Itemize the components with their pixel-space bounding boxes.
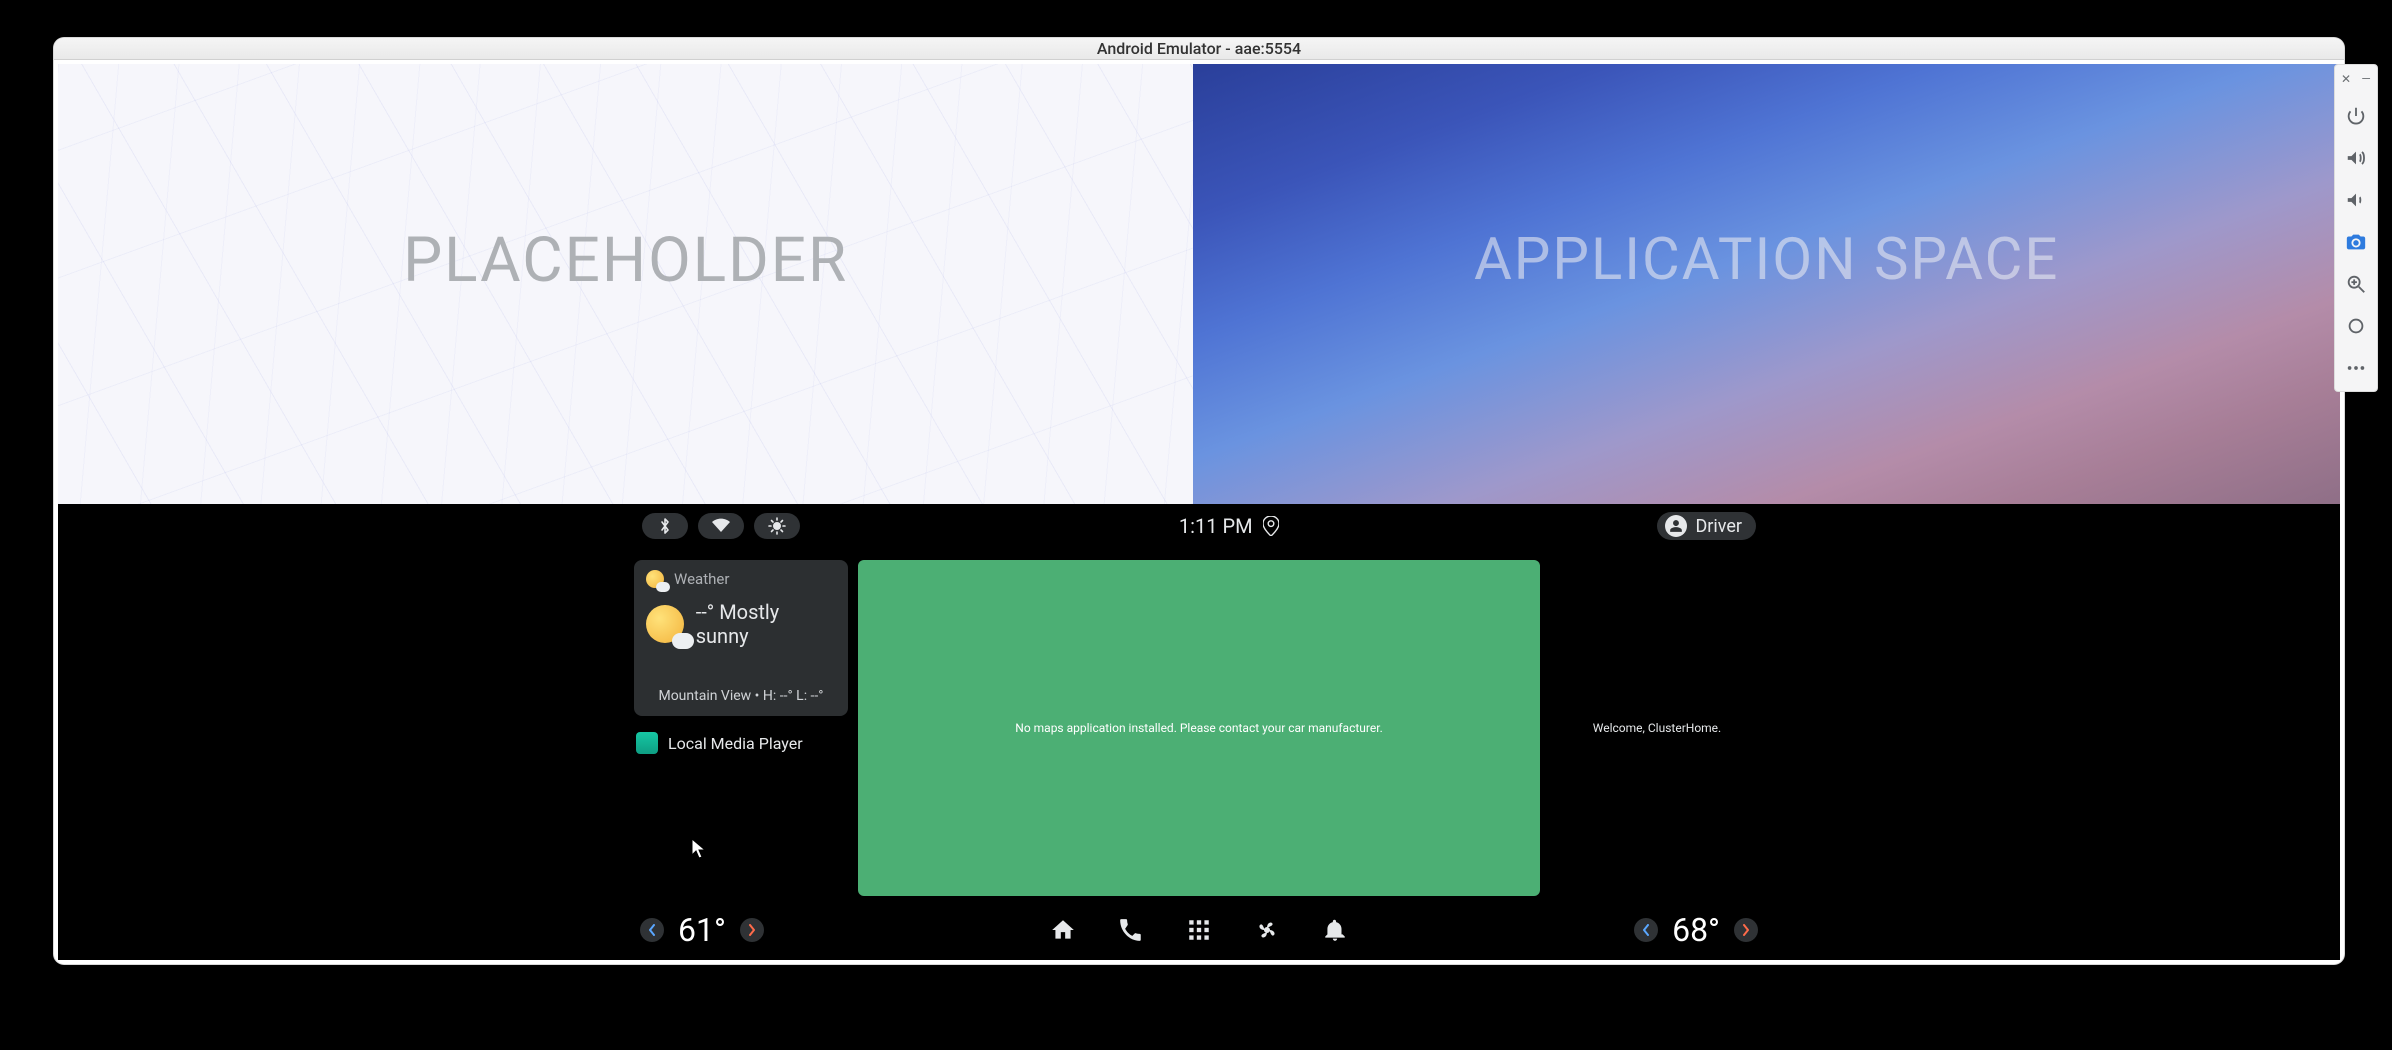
- right-temp-up-button[interactable]: [1734, 918, 1758, 942]
- fan-icon: [1254, 917, 1280, 943]
- emulator-window: Android Emulator - aae:5554 PLACEHOLDER …: [54, 38, 2344, 964]
- more-icon: [2345, 357, 2367, 379]
- camera-icon: [2345, 231, 2367, 253]
- application-space-pane: APPLICATION SPACE: [1193, 64, 2340, 504]
- location-icon: [1263, 516, 1279, 536]
- weather-main-icon: [646, 605, 684, 643]
- toolbar-close-button[interactable]: ✕: [2340, 73, 2352, 85]
- weather-small-icon: [646, 570, 664, 588]
- left-temp-down-button[interactable]: [640, 918, 664, 942]
- chevron-right-icon: [747, 924, 757, 936]
- apps-icon: [1186, 917, 1212, 943]
- weather-header: Weather: [674, 570, 729, 588]
- cluster-split: PLACEHOLDER APPLICATION SPACE: [58, 64, 2340, 504]
- status-bar: 1:11 PM Driver: [634, 504, 1764, 548]
- volume-up-icon: [2345, 147, 2367, 169]
- phone-icon: [1118, 917, 1144, 943]
- window-titlebar[interactable]: Android Emulator - aae:5554: [54, 38, 2344, 60]
- right-temp-down-button[interactable]: [1634, 918, 1658, 942]
- clock-text: 1:11 PM: [1179, 514, 1253, 538]
- person-icon: [1665, 515, 1687, 537]
- nav-notifications-button[interactable]: [1322, 917, 1348, 943]
- automotive-launcher: 1:11 PM Driver: [58, 504, 2340, 960]
- nav-bar: 61°: [634, 906, 1764, 954]
- toolbar-back-button[interactable]: [2341, 311, 2371, 341]
- profile-button[interactable]: Driver: [1657, 512, 1756, 540]
- profile-label: Driver: [1695, 516, 1742, 537]
- device-screen: PLACEHOLDER APPLICATION SPACE: [58, 64, 2340, 960]
- brightness-button[interactable]: [754, 513, 800, 539]
- emulator-side-toolbar: ✕ —: [2334, 64, 2378, 392]
- volume-down-icon: [2345, 189, 2367, 211]
- nav-hvac-button[interactable]: [1254, 917, 1280, 943]
- zoom-icon: [2345, 273, 2367, 295]
- toolbar-screenshot-button[interactable]: [2341, 227, 2371, 257]
- chevron-right-icon: [1741, 924, 1751, 936]
- maps-message: No maps application installed. Please co…: [1015, 721, 1382, 735]
- sun-icon: [768, 517, 786, 535]
- toolbar-volume-down-button[interactable]: [2341, 185, 2371, 215]
- wifi-button[interactable]: [698, 513, 744, 539]
- toolbar-more-button[interactable]: [2341, 353, 2371, 383]
- home-icon: [1050, 917, 1076, 943]
- window-title: Android Emulator - aae:5554: [1097, 39, 1301, 58]
- placeholder-label: PLACEHOLDER: [403, 224, 848, 297]
- weather-footer: Mountain View • H: --° L: --°: [646, 688, 836, 704]
- nav-phone-button[interactable]: [1118, 917, 1144, 943]
- circle-icon: [2345, 315, 2367, 337]
- weather-condition: --° Mostly sunny: [696, 600, 836, 648]
- right-temp-value: 68°: [1672, 911, 1720, 949]
- power-icon: [2345, 105, 2367, 127]
- toolbar-minimize-button[interactable]: —: [2360, 73, 2372, 85]
- application-space-label: APPLICATION SPACE: [1474, 226, 2059, 294]
- left-temp-value: 61°: [678, 911, 726, 949]
- cluster-placeholder-pane: PLACEHOLDER: [58, 64, 1193, 504]
- bluetooth-icon: [658, 517, 672, 535]
- toolbar-volume-up-button[interactable]: [2341, 143, 2371, 173]
- chevron-left-icon: [647, 924, 657, 936]
- nav-apps-button[interactable]: [1186, 917, 1212, 943]
- weather-card[interactable]: Weather --° Mostly sunny Mountain View •…: [634, 560, 848, 716]
- chevron-left-icon: [1641, 924, 1651, 936]
- wifi-icon: [711, 518, 731, 534]
- media-label: Local Media Player: [668, 734, 803, 753]
- bluetooth-button[interactable]: [642, 513, 688, 539]
- left-temp-up-button[interactable]: [740, 918, 764, 942]
- media-player-item[interactable]: Local Media Player: [634, 728, 848, 758]
- media-icon: [636, 732, 658, 754]
- nav-home-button[interactable]: [1050, 917, 1076, 943]
- maps-card[interactable]: No maps application installed. Please co…: [858, 560, 1540, 896]
- bell-icon: [1322, 917, 1348, 943]
- clusterhome-welcome: Welcome, ClusterHome.: [1593, 721, 1721, 735]
- toolbar-zoom-button[interactable]: [2341, 269, 2371, 299]
- toolbar-power-button[interactable]: [2341, 101, 2371, 131]
